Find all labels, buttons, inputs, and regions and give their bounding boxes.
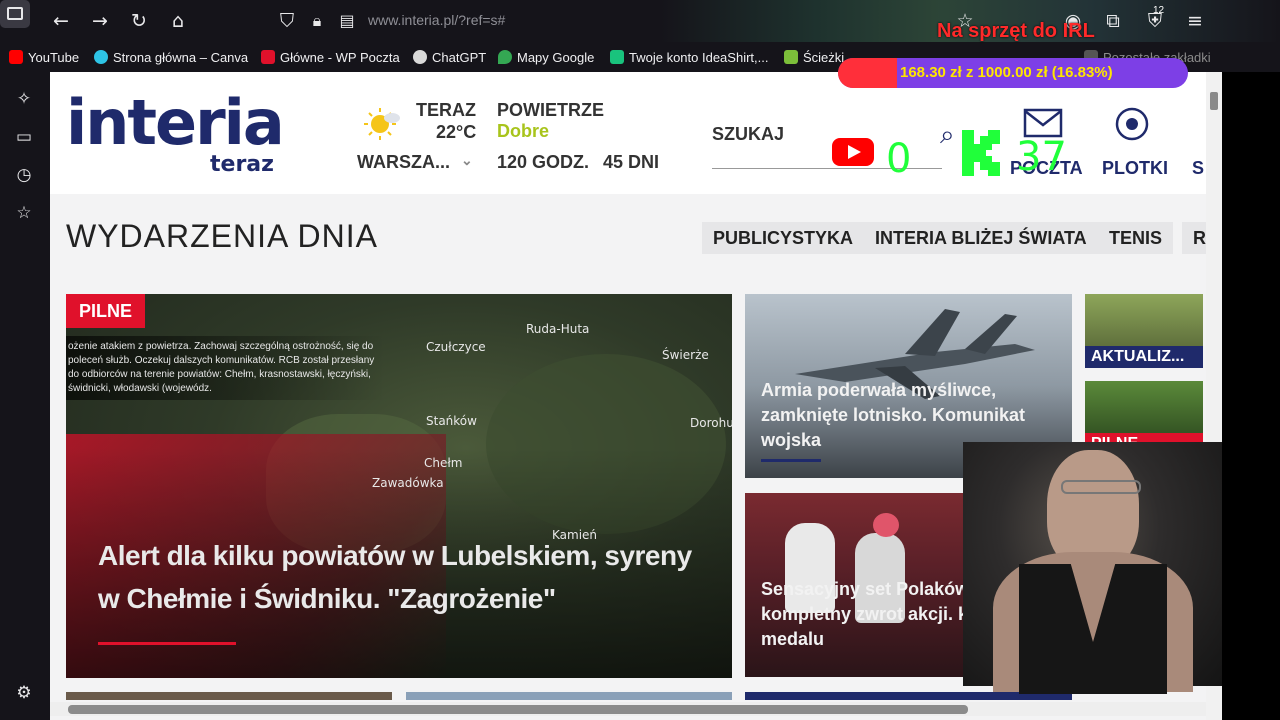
interia-logo[interactable]: interia xyxy=(66,86,285,160)
back-icon[interactable]: ← xyxy=(48,8,74,34)
horizontal-scroll-thumb[interactable] xyxy=(68,705,968,714)
history-icon[interactable]: ◷ xyxy=(13,164,35,186)
kick-viewer-count: 37 xyxy=(1016,134,1067,180)
browser-sidebar: ✧ ▭ ◷ ☆ ⚙ xyxy=(0,72,50,720)
map-label: Stańków xyxy=(426,414,477,428)
hero-title[interactable]: Alert dla kilku powiatów w Lubelskiem, s… xyxy=(98,534,718,620)
map-label: Zawadówka xyxy=(372,476,444,490)
air-quality-value: Dobre xyxy=(497,121,550,141)
radio-target-icon[interactable] xyxy=(1114,106,1150,142)
thumbnail-card[interactable]: AKTUALIZ... xyxy=(1085,294,1203,368)
map-label: Ruda-Huta xyxy=(526,322,590,336)
donation-progress-fill xyxy=(838,58,897,88)
address-bar[interactable]: www.interia.pl/?ref=s# xyxy=(368,12,505,28)
weather-now-label: TERAZ xyxy=(416,100,476,120)
map-label: Czułczyce xyxy=(426,340,486,354)
logo-subtitle: teraz xyxy=(210,152,274,177)
kick-icon xyxy=(962,130,1000,176)
extensions-icon[interactable]: ⧉ xyxy=(1100,8,1126,34)
thumbnail-card[interactable]: PILNE xyxy=(1085,381,1203,443)
lock-icon[interactable]: 🔒︎ xyxy=(304,8,330,34)
nav-plotki[interactable]: PLOTKI xyxy=(1102,158,1168,179)
home-icon[interactable]: ⌂ xyxy=(165,8,191,34)
donation-progress-bar: 168.30 zł z 1000.00 zł (16.83%) xyxy=(838,58,1188,88)
hero-article[interactable]: ożenie atakiem z powietrza. Zachowaj szc… xyxy=(66,294,732,678)
bookmark-youtube[interactable]: YouTube xyxy=(9,50,79,65)
search-label: SZUKAJ xyxy=(712,124,785,144)
youtube-icon xyxy=(832,138,874,166)
bookmark-google-maps[interactable]: Mapy Google xyxy=(498,50,594,65)
alert-overlay-text: ożenie atakiem z powietrza. Zachowaj szc… xyxy=(66,336,386,400)
forecast-days-link[interactable]: 45 DNI xyxy=(603,152,659,173)
section-title: WYDARZENIA DNIA xyxy=(66,218,378,254)
donation-progress-text: 168.30 zł z 1000.00 zł (16.83%) xyxy=(900,64,1113,81)
bookmark-canva[interactable]: Strona główna – Canva xyxy=(94,50,248,65)
forward-icon[interactable]: → xyxy=(87,8,113,34)
reload-icon[interactable]: ↻ xyxy=(126,8,152,34)
chevron-down-icon[interactable]: ⌄ xyxy=(461,152,473,169)
synced-tabs-icon[interactable]: ▭ xyxy=(13,126,35,148)
extensions-badge: 12 xyxy=(1153,5,1165,16)
reader-icon[interactable]: ▤ xyxy=(334,8,360,34)
stream-goal-title: Na sprzęt do IRL xyxy=(937,20,1095,42)
menu-icon[interactable]: ≡ xyxy=(1182,8,1208,34)
map-label: Świerże xyxy=(662,348,709,362)
city-select[interactable]: WARSZA... xyxy=(357,152,450,173)
map-label: Dorohu xyxy=(690,416,732,430)
ai-sparkle-icon[interactable]: ✧ xyxy=(13,88,35,110)
chip-more[interactable]: R xyxy=(1182,222,1206,254)
bookmark-chatgpt[interactable]: ChatGPT xyxy=(413,50,486,65)
chip-tenis[interactable]: TENIS xyxy=(1098,222,1174,254)
forecast-hours-link[interactable]: 120 GODZ. xyxy=(497,152,589,173)
pilne-badge: PILNE xyxy=(66,294,146,328)
sidebar-toggle-button[interactable] xyxy=(0,0,30,28)
vertical-scroll-thumb[interactable] xyxy=(1210,92,1218,110)
shield-icon[interactable]: ⛉ xyxy=(274,8,300,34)
bookmark-ideashirt[interactable]: Twoje konto IdeaShirt,... xyxy=(610,50,768,65)
chip-publicystyka[interactable]: PUBLICYSTYKA xyxy=(702,222,865,254)
webcam-feed xyxy=(963,442,1222,694)
glasses xyxy=(1061,480,1141,494)
map-label: Chełm xyxy=(424,456,463,470)
bookmark-sciezki[interactable]: Ścieżki xyxy=(784,50,844,65)
nav-more[interactable]: S xyxy=(1192,158,1204,179)
thumbnail-label: AKTUALIZ... xyxy=(1085,346,1203,368)
search-icon[interactable]: ⌕ xyxy=(940,120,955,151)
sun-cloud-icon xyxy=(364,108,400,140)
bookmarks-icon[interactable]: ☆ xyxy=(13,202,35,224)
settings-gear-icon[interactable]: ⚙ xyxy=(13,682,35,704)
youtube-viewer-count: 0 xyxy=(886,136,912,182)
article-card-peek[interactable] xyxy=(406,692,732,700)
temperature: 22°C xyxy=(436,122,477,142)
chip-interia-blizej-swiata[interactable]: INTERIA BLIŻEJ ŚWIATA xyxy=(864,222,1098,254)
article-card-peek[interactable] xyxy=(66,692,392,700)
bookmark-wp-poczta[interactable]: Główne - WP Poczta xyxy=(261,50,400,65)
air-quality-label: POWIETRZE xyxy=(497,100,604,120)
hero-progress-bar xyxy=(98,642,236,645)
